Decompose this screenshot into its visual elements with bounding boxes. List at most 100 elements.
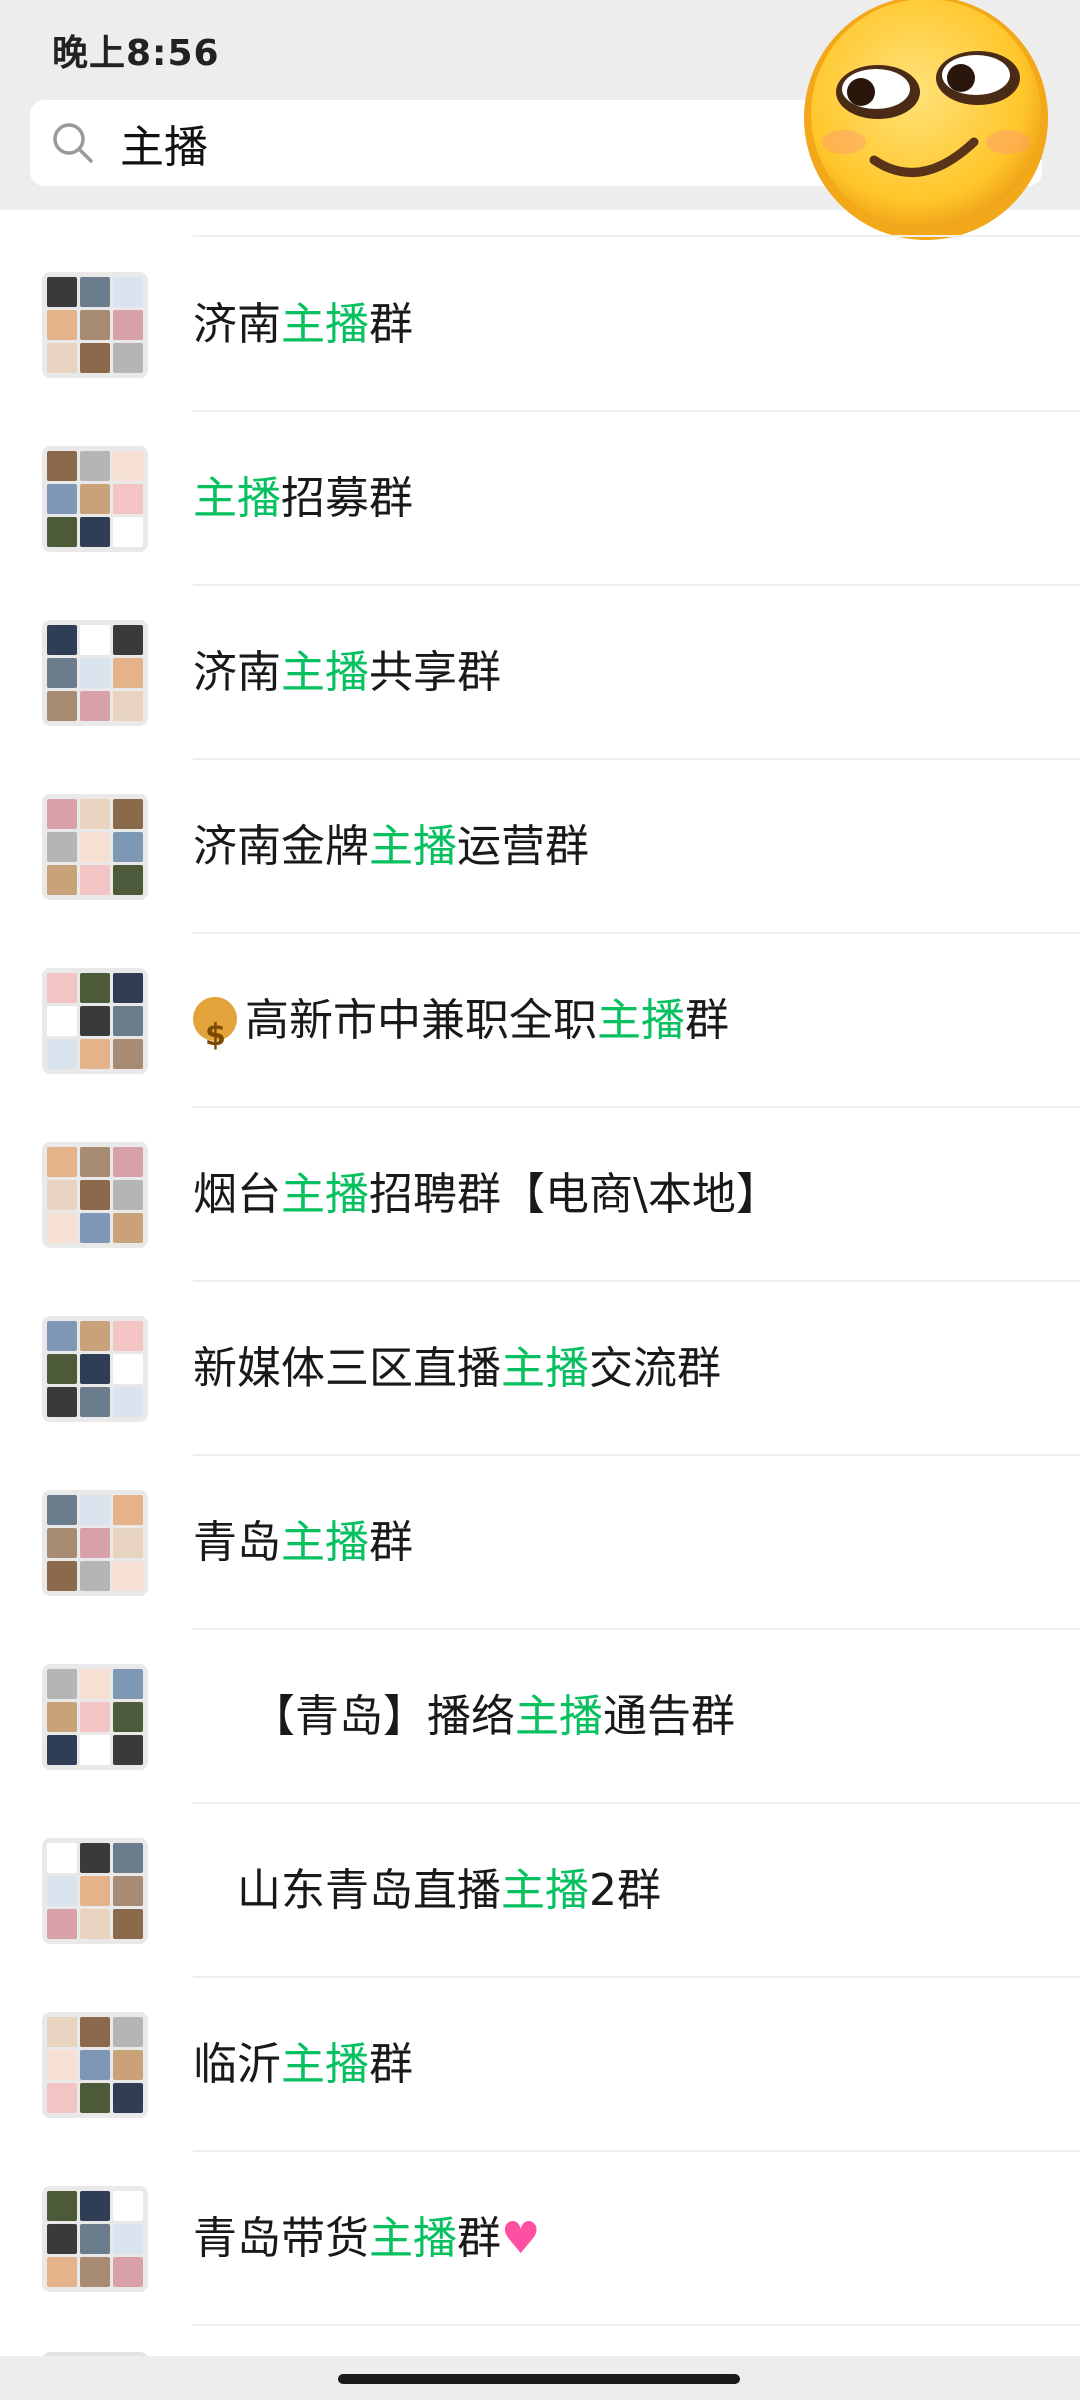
list-item[interactable]: 新媒体三区直播主播交流群 [0, 1282, 1080, 1456]
home-indicator[interactable] [338, 2374, 740, 2384]
avatar-tile [80, 1735, 110, 1765]
list-item[interactable]: 【青岛】播络主播通告群 [0, 1630, 1080, 1804]
avatar-tile [47, 2224, 77, 2254]
avatar-tile [80, 1702, 110, 1732]
avatar-tile [80, 1180, 110, 1210]
name-text: 群 [369, 2039, 413, 2090]
name-text: 【青岛】播络 [193, 1691, 515, 1742]
name-text: 济南 [193, 647, 281, 698]
avatar-tile [113, 310, 143, 340]
smirk-emoji-icon [804, 0, 1048, 240]
avatar-tile [80, 277, 110, 307]
avatar-tile [47, 865, 77, 895]
avatar-tile [113, 343, 143, 373]
group-name: 烟台主播招聘群【电商\本地】 [193, 1158, 780, 1232]
avatar-tile [113, 2224, 143, 2254]
highlighted-keyword: 主播 [597, 995, 685, 1046]
list-item[interactable]: 济南金牌主播运营群 [0, 760, 1080, 934]
group-avatar [42, 620, 148, 726]
group-name: 高新市中兼职全职主播群 [193, 984, 729, 1073]
name-text: 群 [685, 995, 729, 1046]
list-item[interactable]: 青岛带货主播群♥ [0, 2152, 1080, 2326]
avatar-tile [80, 484, 110, 514]
avatar-tile [47, 2083, 77, 2113]
avatar-tile [80, 1669, 110, 1699]
group-name: 【青岛】播络主播通告群 [193, 1680, 735, 1754]
list-item[interactable]: 烟台主播招聘群【电商\本地】 [0, 1108, 1080, 1282]
group-avatar [42, 1838, 148, 1944]
name-text: 济南金牌 [193, 821, 369, 872]
group-name: 济南金牌主播运营群 [193, 810, 589, 884]
avatar-tile [80, 2083, 110, 2113]
group-avatar [42, 968, 148, 1074]
avatar-tile [80, 1561, 110, 1591]
avatar-tile [80, 1909, 110, 1939]
name-text: 青岛带货 [193, 2213, 369, 2264]
search-icon [53, 123, 93, 163]
list-item[interactable]: 高新市中兼职全职主播群 [0, 934, 1080, 1108]
name-text: 临沂 [193, 2039, 281, 2090]
avatar-tile [113, 691, 143, 721]
money-bag-icon [193, 997, 237, 1073]
search-results-list[interactable]: 济南主播群主播招募群济南主播共享群济南金牌主播运营群高新市中兼职全职主播群烟台主… [0, 210, 1080, 2400]
avatar-tile [47, 1006, 77, 1036]
avatar-tile [113, 2083, 143, 2113]
group-avatar [42, 272, 148, 378]
avatar-tile [80, 2257, 110, 2287]
avatar-tile [80, 343, 110, 373]
avatar-tile [113, 2017, 143, 2047]
list-item[interactable]: 山东青岛直播主播2群 [0, 1804, 1080, 1978]
divider [193, 235, 1080, 237]
avatar-tile [80, 1213, 110, 1243]
avatar-tile [80, 451, 110, 481]
highlighted-keyword: 主播 [281, 299, 369, 350]
group-avatar [42, 1142, 148, 1248]
avatar-tile [47, 2257, 77, 2287]
avatar-tile [47, 832, 77, 862]
avatar-tile [80, 2224, 110, 2254]
avatar-tile [80, 1006, 110, 1036]
group-avatar [42, 1316, 148, 1422]
avatar-tile [47, 1180, 77, 1210]
avatar-tile [80, 1843, 110, 1873]
list-item[interactable]: 青岛主播群 [0, 1456, 1080, 1630]
avatar-tile [80, 2191, 110, 2221]
highlighted-keyword: 主播 [369, 2213, 457, 2264]
avatar-tile [80, 832, 110, 862]
list-item[interactable]: 济南主播共享群 [0, 586, 1080, 760]
avatar-tile [113, 1528, 143, 1558]
avatar-tile [47, 1213, 77, 1243]
avatar-tile [80, 1876, 110, 1906]
avatar-tile [113, 2050, 143, 2080]
name-text: 山东青岛直播 [193, 1865, 501, 1916]
avatar-tile [113, 1147, 143, 1177]
group-name: 济南主播群 [193, 288, 413, 362]
avatar-tile [113, 832, 143, 862]
highlighted-keyword: 主播 [501, 1865, 589, 1916]
search-input[interactable] [120, 112, 820, 174]
list-item[interactable]: 济南主播群 [0, 238, 1080, 412]
avatar-tile [113, 799, 143, 829]
avatar-tile [47, 2191, 77, 2221]
avatar-tile [113, 973, 143, 1003]
highlighted-keyword: 主播 [281, 2039, 369, 2090]
list-item[interactable]: 主播招募群 [0, 412, 1080, 586]
group-avatar [42, 446, 148, 552]
avatar-tile [113, 1843, 143, 1873]
avatar-tile [113, 658, 143, 688]
name-text: 群 [369, 1517, 413, 1568]
avatar-tile [47, 1147, 77, 1177]
avatar-tile [113, 1909, 143, 1939]
avatar-tile [80, 1039, 110, 1069]
list-item[interactable]: 临沂主播群 [0, 1978, 1080, 2152]
highlighted-keyword: 主播 [369, 821, 457, 872]
avatar-tile [47, 2017, 77, 2047]
highlighted-keyword: 主播 [281, 647, 369, 698]
avatar-tile [80, 1528, 110, 1558]
avatar-tile [113, 1213, 143, 1243]
avatar-tile [47, 1843, 77, 1873]
two-hearts-icon: ♥ [501, 2213, 541, 2264]
name-text: 2群 [589, 1865, 661, 1916]
name-text: 运营群 [457, 821, 589, 872]
avatar-tile [47, 343, 77, 373]
